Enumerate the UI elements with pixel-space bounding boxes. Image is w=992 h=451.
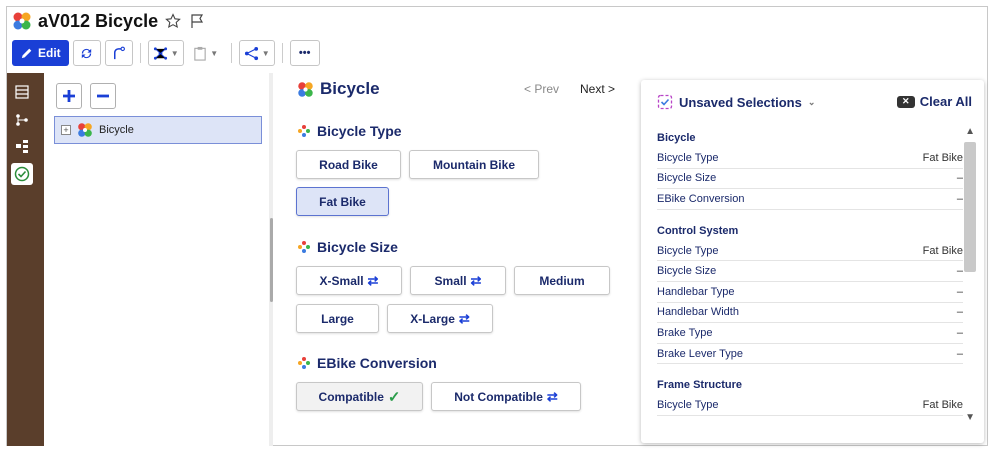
pinwheel-icon — [298, 81, 313, 97]
remove-button[interactable] — [90, 83, 116, 109]
option-mountain-bike[interactable]: Mountain Bike — [409, 150, 539, 179]
selections-title: Unsaved Selections — [679, 94, 802, 110]
share-dropdown[interactable]: ▼ — [238, 40, 275, 66]
option-group-icon — [298, 125, 310, 137]
swap-icon: ⇄ — [470, 272, 482, 288]
edit-label: Edit — [38, 46, 61, 60]
next-link[interactable]: Next > — [580, 82, 615, 96]
pinwheel-icon — [13, 12, 31, 30]
share-icon — [244, 46, 258, 60]
option-x-small[interactable]: X-Small ⇄ — [296, 266, 402, 295]
option-road-bike[interactable]: Road Bike — [296, 150, 401, 179]
option-fat-bike[interactable]: Fat Bike — [296, 187, 389, 216]
left-rail — [7, 73, 44, 446]
network-dropdown[interactable]: ▼ — [147, 40, 184, 66]
expand-icon[interactable]: + — [61, 125, 71, 135]
branch-button[interactable] — [104, 40, 133, 66]
prev-link[interactable]: < Prev — [524, 82, 559, 96]
clear-icon: ✕ — [896, 95, 915, 108]
list-item: Brake Lever Type – — [657, 344, 963, 365]
unsaved-selections-panel: Unsaved Selections ⌄ ✕ Clear All Bicycle… — [641, 80, 984, 443]
rail-item-tree[interactable] — [11, 135, 33, 157]
panel-title-text: Bicycle — [320, 79, 380, 98]
list-item: Bicycle Size – — [657, 169, 963, 190]
clear-all-button[interactable]: ✕ Clear All — [896, 94, 972, 109]
option-group-icon — [298, 357, 310, 369]
option-large[interactable]: Large — [296, 304, 379, 333]
tree-node-bicycle[interactable]: + Bicycle — [54, 116, 262, 144]
check-circle-icon — [14, 166, 30, 182]
option-not-compatible[interactable]: Not Compatible ⇄ — [431, 382, 581, 411]
list-item: Brake Type – — [657, 323, 963, 344]
option-medium[interactable]: Medium — [514, 266, 610, 295]
pinwheel-icon — [78, 123, 92, 137]
option-group-icon — [298, 241, 310, 253]
swap-icon: ⇄ — [458, 310, 470, 326]
network-icon — [153, 46, 167, 60]
section-bicycle-size: Bicycle Size — [297, 239, 398, 255]
scroll-up-icon[interactable]: ▲ — [965, 126, 975, 137]
tree-icon — [16, 140, 28, 153]
toolbar-divider — [139, 43, 141, 63]
hierarchy-icon — [16, 114, 28, 126]
option-small[interactable]: Small ⇄ — [410, 266, 506, 295]
group-title: Frame Structure — [657, 379, 742, 392]
more-button[interactable]: ••• — [289, 40, 320, 66]
refresh-button[interactable] — [72, 40, 101, 66]
page-title: aV012 Bicycle — [38, 10, 159, 31]
clipboard-icon — [194, 46, 206, 61]
selections-list: Bicycle Bicycle Type Fat Bike Bicycle Siz… — [657, 126, 963, 438]
option-compatible[interactable]: Compatible ✓ — [296, 382, 423, 411]
list-item: Handlebar Width – — [657, 303, 963, 324]
toolbar: Edit ▼ ▼ ▼ ••• — [12, 38, 320, 68]
group-title: Control System — [657, 224, 739, 237]
title-bar: aV012 Bicycle — [12, 8, 206, 34]
rail-item-selections[interactable] — [11, 163, 33, 185]
list-icon — [15, 85, 29, 99]
chevron-down-icon: ▼ — [261, 48, 270, 58]
edit-button[interactable]: Edit — [12, 40, 69, 66]
configurator-panel: Bicycle < Prev Next > Bicycle Type Road … — [273, 73, 633, 446]
selections-dropdown[interactable]: Unsaved Selections ⌄ — [657, 94, 815, 110]
rail-item-structure[interactable] — [11, 81, 33, 103]
check-icon: ✓ — [387, 388, 401, 406]
tree-node-label: Bicycle — [99, 124, 134, 136]
selection-icon — [657, 94, 673, 110]
star-icon[interactable] — [164, 12, 182, 30]
clear-all-label: Clear All — [919, 94, 972, 109]
section-bicycle-type: Bicycle Type — [297, 123, 402, 139]
pencil-icon — [21, 48, 32, 58]
list-item: Bicycle Type Fat Bike — [657, 148, 963, 169]
section-ebike-conversion: EBike Conversion — [297, 355, 437, 371]
more-label: ••• — [298, 47, 311, 59]
list-item: Handlebar Type – — [657, 282, 963, 303]
swap-icon: ⇄ — [546, 388, 558, 404]
panel-title: Bicycle — [297, 79, 380, 99]
add-button[interactable] — [56, 83, 82, 109]
chevron-down-icon: ▼ — [210, 48, 219, 58]
scrollbar-thumb[interactable] — [964, 142, 976, 272]
chevron-down-icon: ⌄ — [807, 96, 816, 107]
list-item: Bicycle Size – — [657, 261, 963, 282]
flag-icon[interactable] — [188, 12, 206, 30]
list-item: Bicycle Type Fat Bike — [657, 241, 963, 262]
toolbar-divider — [281, 43, 283, 63]
swap-icon: ⇄ — [367, 272, 379, 288]
tree-pane: + Bicycle — [44, 73, 270, 446]
toolbar-divider — [230, 43, 232, 63]
chevron-down-icon: ▼ — [170, 48, 179, 58]
refresh-icon — [81, 48, 92, 58]
list-item: EBike Conversion – — [657, 189, 963, 210]
list-item: Bicycle Type Fat Bike — [657, 395, 963, 416]
rail-item-hierarchy[interactable] — [11, 109, 33, 131]
minus-icon — [97, 94, 109, 98]
branch-icon — [114, 46, 126, 59]
clipboard-dropdown[interactable]: ▼ — [187, 40, 224, 66]
group-title: Bicycle — [657, 132, 696, 144]
scroll-down-icon[interactable]: ▼ — [965, 412, 975, 423]
plus-icon — [63, 90, 75, 102]
option-x-large[interactable]: X-Large ⇄ — [387, 304, 493, 333]
